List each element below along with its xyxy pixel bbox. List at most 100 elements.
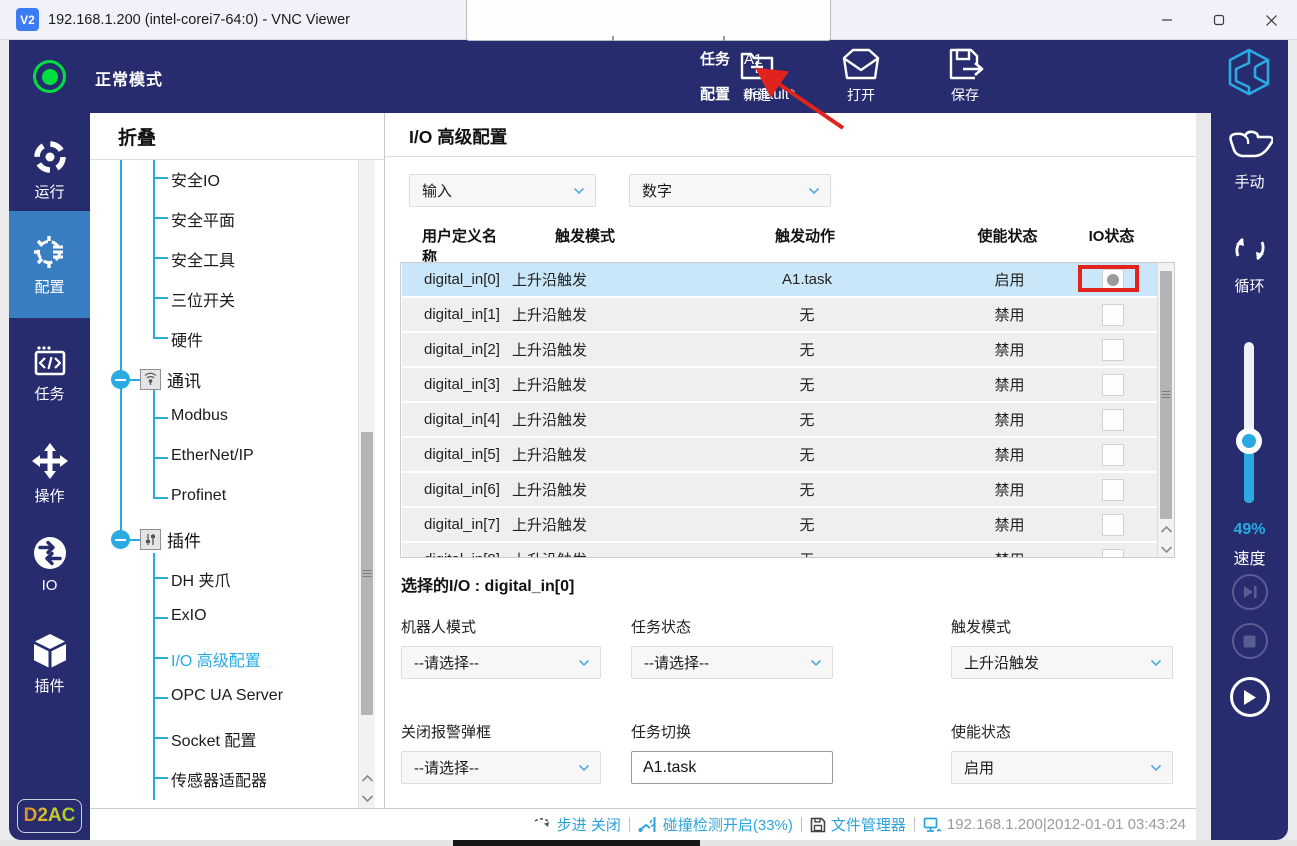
tree-scroll-down-button[interactable] [359, 788, 376, 808]
sidebar-item-task[interactable]: 任务 [9, 341, 90, 404]
table-row[interactable]: digital_in[8] 上升沿触发 无 禁用 [402, 543, 1158, 558]
tree-scrollbar[interactable] [358, 160, 375, 808]
table-row[interactable]: digital_in[2] 上升沿触发 无 禁用 [402, 333, 1158, 366]
speed-label: 速度 [1211, 545, 1288, 569]
io-direction-dropdown[interactable]: 输入 [409, 174, 596, 207]
tree-connector [153, 160, 155, 338]
trigger-mode-dropdown[interactable]: 上升沿触发 [951, 646, 1173, 679]
table-scroll-down-button[interactable] [1158, 539, 1175, 558]
d2ac-label: D2AC [24, 805, 76, 827]
robot-mode-value: --请选择-- [414, 652, 479, 673]
collision-detection-toggle[interactable]: 碰撞检测开启(33%) [638, 814, 793, 835]
manual-mode-button[interactable]: 手动 [1211, 127, 1288, 192]
tree-connector [153, 657, 168, 659]
maximize-icon [1213, 14, 1225, 26]
tree-item-dh-gripper[interactable]: DH 夹爪 [171, 567, 231, 591]
task-status-dropdown[interactable]: --请选择-- [631, 646, 833, 679]
table-row[interactable]: digital_in[5] 上升沿触发 无 禁用 [402, 438, 1158, 471]
tree-node-plugin[interactable]: 插件 [111, 527, 201, 552]
window-title: 192.168.1.200 (intel-corei7-64:0) - VNC … [48, 12, 350, 28]
chevron-down-icon [578, 659, 590, 667]
table-row[interactable]: digital_in[3] 上升沿触发 无 禁用 [402, 368, 1158, 401]
close-button[interactable] [1245, 0, 1297, 40]
tree-scroll-up-button[interactable] [359, 768, 376, 788]
cell-enable-status: 启用 [952, 269, 1067, 290]
scrollbar-grip [363, 568, 372, 579]
tree-item-safety-plane[interactable]: 安全平面 [171, 207, 235, 231]
tree-item-three-position-switch[interactable]: 三位开关 [171, 287, 235, 311]
io-status-indicator [1102, 549, 1124, 559]
tree-item-modbus[interactable]: Modbus [171, 407, 228, 425]
task-switch-field: 任务切换 [631, 721, 833, 784]
table-scroll-up-button[interactable] [1158, 519, 1175, 539]
io-type-dropdown[interactable]: 数字 [629, 174, 831, 207]
table-scrollbar[interactable] [1157, 263, 1174, 557]
antenna-icon [140, 369, 161, 390]
save-button[interactable]: 保存 [934, 46, 996, 105]
new-button[interactable]: 新建 [726, 46, 788, 105]
tree-header-label: 折叠 [118, 123, 156, 150]
page-title: I/O 高级配置 [409, 124, 507, 149]
table-scrollbar-thumb[interactable] [1160, 271, 1172, 519]
collapse-minus-icon[interactable] [111, 370, 130, 389]
tree-item-safety-tool[interactable]: 安全工具 [171, 247, 235, 271]
table-row[interactable]: digital_in[1] 上升沿触发 无 禁用 [402, 298, 1158, 331]
sidebar-item-config[interactable]: 配置 [9, 211, 90, 318]
loop-mode-button[interactable]: 循环 [1211, 227, 1288, 296]
cell-enable-status: 禁用 [952, 444, 1067, 465]
tree-item-safety-io[interactable]: 安全IO [171, 167, 220, 191]
d2ac-button[interactable]: D2AC [17, 799, 82, 833]
table-row[interactable]: digital_in[7] 上升沿触发 无 禁用 [402, 508, 1158, 541]
tree-item-opc-ua-server[interactable]: OPC UA Server [171, 687, 283, 705]
tree-scrollbar-thumb[interactable] [361, 432, 373, 715]
cell-trigger-action: 无 [662, 514, 952, 535]
sidebar-item-operate[interactable]: 操作 [9, 441, 90, 506]
open-button[interactable]: 打开 [830, 46, 892, 105]
tree-connector [120, 160, 122, 538]
step-mode-toggle[interactable]: 步进 关闭 [534, 814, 621, 835]
tree-item-io-advanced-config[interactable]: I/O 高级配置 [171, 647, 261, 671]
col-trigger-mode: 触发模式 [510, 225, 660, 267]
cell-enable-status: 禁用 [952, 374, 1067, 395]
sidebar-item-io[interactable]: IO [9, 533, 90, 594]
tree-header[interactable]: 折叠 [90, 113, 384, 160]
close-alarm-dropdown[interactable]: --请选择-- [401, 751, 601, 784]
table-row[interactable]: digital_in[4] 上升沿触发 无 禁用 [402, 403, 1158, 436]
stop-button[interactable] [1232, 623, 1268, 659]
col-trigger-action: 触发动作 [660, 225, 950, 267]
speed-slider-knob[interactable] [1236, 428, 1262, 454]
save-label: 保存 [951, 85, 979, 105]
task-label: 任务 [34, 383, 64, 404]
speed-slider[interactable] [1244, 342, 1254, 503]
sidebar-item-plugin[interactable]: 插件 [9, 631, 90, 696]
enable-status-dropdown[interactable]: 启用 [951, 751, 1173, 784]
table-row[interactable]: digital_in[0] 上升沿触发 A1.task 启用 [402, 263, 1158, 296]
sidebar-item-run[interactable]: 运行 [9, 137, 90, 202]
chevron-down-icon [578, 764, 590, 772]
maximize-button[interactable] [1193, 0, 1245, 40]
hand-icon [1227, 127, 1273, 167]
close-alarm-field: 关闭报警弹框 --请选择-- [401, 721, 601, 784]
cell-trigger-action: 无 [662, 409, 952, 430]
skip-to-end-button[interactable] [1232, 574, 1268, 610]
node-connector [130, 379, 140, 381]
collapse-minus-icon[interactable] [111, 530, 130, 549]
cell-trigger-action: 无 [662, 479, 952, 500]
file-manager-button[interactable]: 文件管理器 [810, 814, 906, 835]
tree-item-socket-config[interactable]: Socket 配置 [171, 727, 256, 751]
tree-item-exio[interactable]: ExIO [171, 607, 207, 625]
table-row[interactable]: digital_in[6] 上升沿触发 无 禁用 [402, 473, 1158, 506]
tree-item-hardware[interactable]: 硬件 [171, 327, 203, 351]
tree-item-profinet[interactable]: Profinet [171, 487, 226, 505]
task-status-label: 任务状态 [631, 616, 833, 637]
vnc-collapsed-toolbar[interactable] [466, 0, 831, 41]
play-button[interactable] [1230, 677, 1270, 717]
tree-item-sensor-adapter[interactable]: 传感器适配器 [171, 767, 267, 791]
robot-mode-dropdown[interactable]: --请选择-- [401, 646, 601, 679]
tree-item-ethernet-ip[interactable]: EtherNet/IP [171, 447, 254, 465]
tree-node-communication[interactable]: 通讯 [111, 367, 201, 392]
task-switch-input[interactable] [631, 751, 833, 784]
cell-name: digital_in[7] [402, 516, 512, 533]
minimize-button[interactable] [1141, 0, 1193, 40]
close-alarm-label: 关闭报警弹框 [401, 721, 601, 742]
